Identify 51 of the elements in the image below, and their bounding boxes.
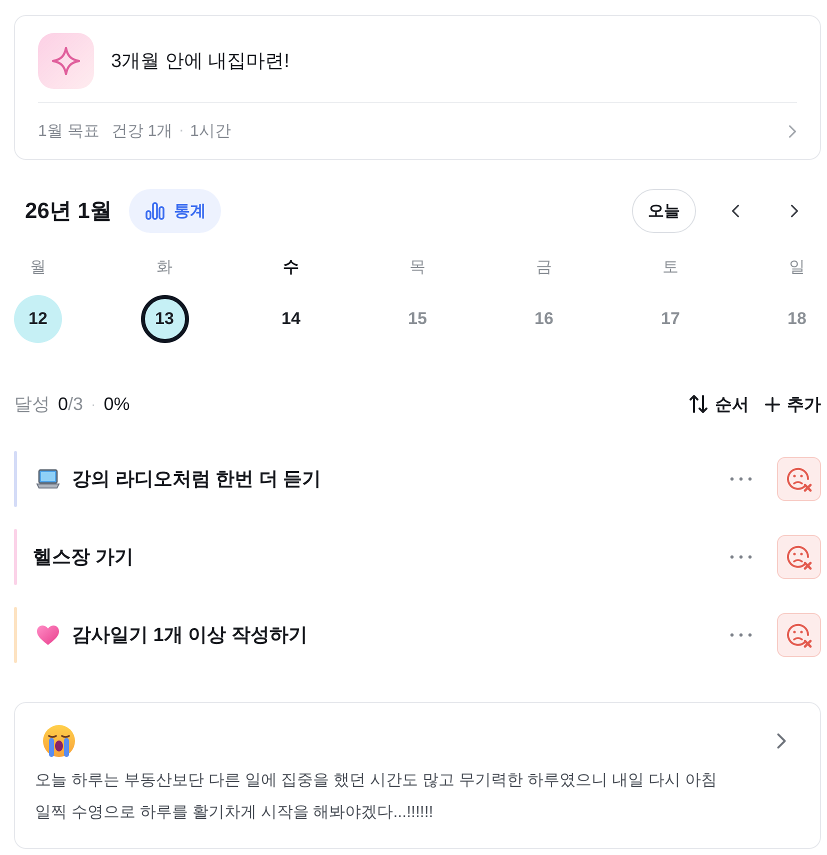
- status-button[interactable]: [777, 535, 821, 579]
- sort-icon: [689, 394, 708, 414]
- crying-face-icon: [42, 724, 76, 758]
- laptop-icon: [36, 468, 60, 490]
- heart-icon: [36, 624, 60, 646]
- task-title[interactable]: 강의 라디오처럼 한번 더 듣기: [72, 466, 322, 492]
- weekday-label: 목: [408, 258, 426, 278]
- task-title[interactable]: 감사일기 1개 이상 작성하기: [72, 622, 308, 648]
- diary-card[interactable]: 오늘 하루는 부동산보단 다른 일에 집중을 했던 시간도 많고 무기력한 하루였으니 내일 다시 아침 일찍 수영으로 하루를 활기차게 시작을 해봐야겠다...!!!!!!: [14, 702, 821, 849]
- sort-button[interactable]: 순서: [689, 392, 749, 416]
- goal-meta: 건강 1개: [111, 122, 173, 142]
- weekday-label: 금: [535, 258, 553, 278]
- status-button[interactable]: [777, 457, 821, 501]
- today-button[interactable]: 오늘: [632, 189, 696, 233]
- more-icon: [730, 477, 752, 481]
- day-button[interactable]: 13: [140, 295, 188, 343]
- month-title: 26년 1월: [25, 197, 112, 225]
- day-button[interactable]: 14: [267, 295, 315, 343]
- weekday-label: 월: [29, 258, 47, 278]
- task-title[interactable]: 헬스장 가기: [33, 544, 134, 570]
- done-count: 0: [58, 394, 68, 414]
- goal-meta: 1시간: [190, 122, 231, 142]
- add-button[interactable]: 추가: [765, 392, 821, 416]
- separator-dot: ·: [91, 396, 96, 412]
- chevron-right-icon: [776, 732, 787, 750]
- weekday-label: 토: [662, 258, 680, 278]
- weekday-label: 수: [282, 258, 300, 278]
- weekday-label: 일: [788, 258, 806, 278]
- goal-period: 1월 목표: [38, 122, 100, 142]
- stats-button[interactable]: 통계: [128, 189, 221, 233]
- status-button[interactable]: [777, 613, 821, 657]
- achievement-label: 달성: [14, 393, 50, 416]
- diary-text: 오늘 하루는 부동산보단 다른 일에 집중을 했던 시간도 많고 무기력한 하루였으니 내일 다시 아침 일찍 수영으로 하루를 활기차게 시작을 해봐야겠다...!!!!!!: [35, 771, 718, 823]
- bar-chart-icon: [144, 202, 165, 220]
- chevron-right-icon: [788, 124, 797, 138]
- sad-face-icon: [785, 543, 813, 571]
- sad-face-icon: [785, 621, 813, 649]
- sad-face-icon: [785, 465, 813, 493]
- more-icon: [730, 555, 752, 559]
- plus-icon: [765, 396, 780, 412]
- sparkle-icon: [38, 33, 94, 89]
- total-count: /3: [68, 394, 84, 414]
- percent-value: 0%: [104, 394, 130, 414]
- goal-title: 3개월 안에 내집마련!: [111, 50, 290, 74]
- separator-dot: ·: [178, 122, 184, 140]
- more-icon: [730, 633, 752, 637]
- goal-card[interactable]: 3개월 안에 내집마련! 1월 목표 건강 1개 · 1시간: [14, 15, 821, 160]
- chevron-left-icon: [730, 203, 740, 219]
- chevron-right-icon: [790, 203, 798, 219]
- weekday-label: 화: [156, 258, 174, 278]
- day-button[interactable]: 12: [14, 295, 62, 343]
